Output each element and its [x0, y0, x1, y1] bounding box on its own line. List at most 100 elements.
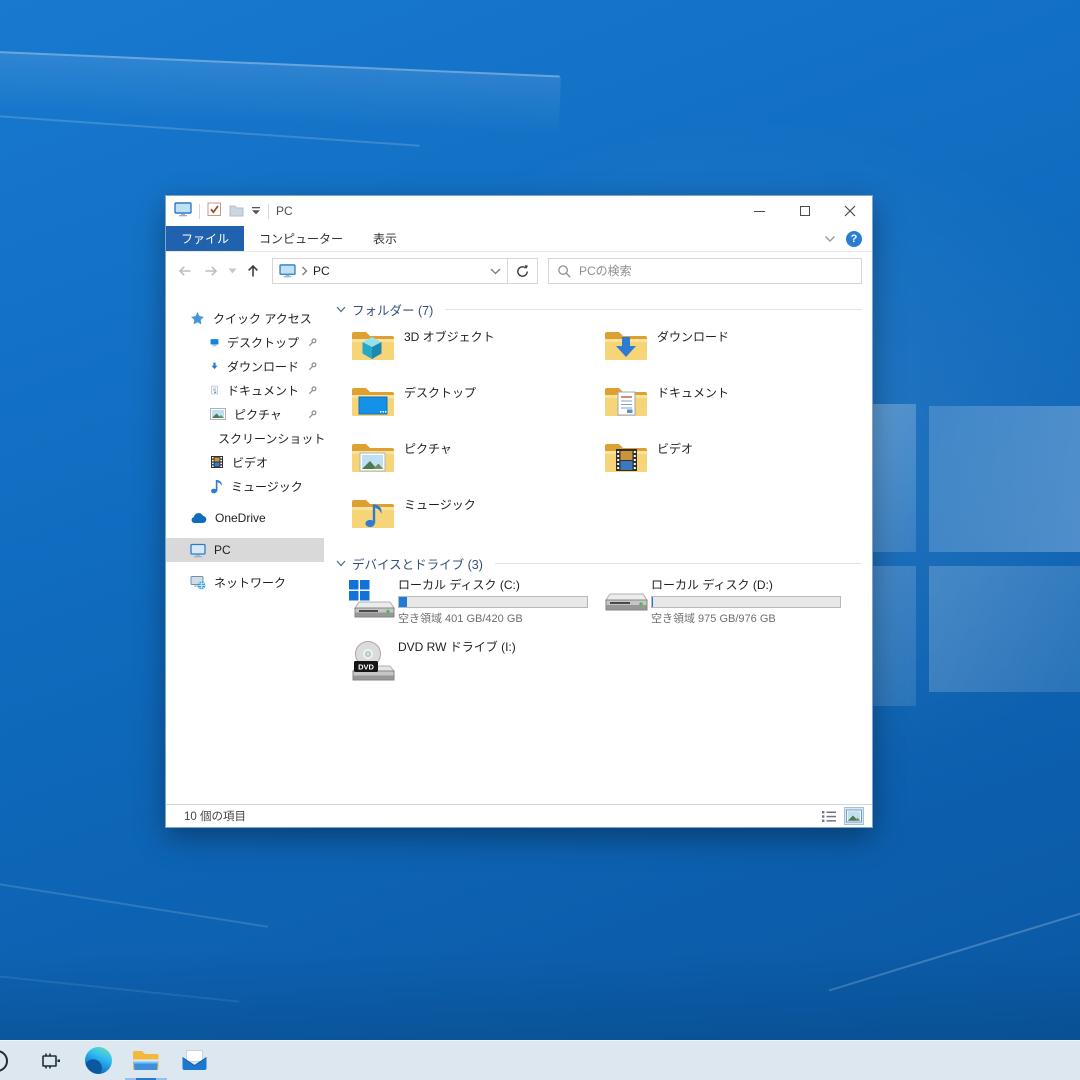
drive-tile-d[interactable]: ローカル ディスク (D:) 空き領域 975 GB/976 GB [589, 576, 842, 638]
expand-ribbon-chevron-icon[interactable] [824, 235, 836, 243]
desktop: PC ファイル コンピューター 表示 ? [0, 0, 1080, 1080]
folder-tile-downloads[interactable]: ダウンロード [589, 322, 842, 378]
close-button[interactable] [827, 196, 872, 226]
svg-text:DVD: DVD [358, 663, 374, 672]
edge-button[interactable] [74, 1041, 122, 1080]
explorer-window: PC ファイル コンピューター 表示 ? [165, 195, 873, 828]
properties-checkbox-icon[interactable] [207, 202, 222, 220]
folders-grid: 3D オブジェクト ダウンロード デスクトップ ドキュメント [336, 322, 862, 546]
tab-computer[interactable]: コンピューター [244, 226, 358, 251]
folder-tile-music[interactable]: ミュージック [336, 490, 589, 546]
drive-name: ローカル ディスク (C:) [398, 576, 588, 593]
folder-tile-desktop[interactable]: デスクトップ [336, 378, 589, 434]
sidebar-item-documents[interactable]: ドキュメント [166, 378, 324, 402]
quick-access-toolbar: PC [166, 202, 737, 220]
folder-tile-pictures[interactable]: ピクチャ [336, 434, 589, 490]
documents-folder-icon [603, 382, 649, 420]
drive-usage-bar [651, 596, 841, 608]
downloads-folder-icon [603, 326, 649, 364]
maximize-button[interactable] [782, 196, 827, 226]
group-header-devices-drives[interactable]: デバイスとドライブ (3) [336, 552, 862, 574]
music-folder-icon [350, 494, 396, 532]
file-explorer-icon [132, 1049, 160, 1072]
thumbnail-view-icon [846, 809, 862, 823]
navigation-pane: クイック アクセス デスクトップ ダウンロード ドキュメント [166, 290, 324, 804]
drive-name: DVD RW ドライブ (I:) [398, 638, 588, 655]
forward-button[interactable] [198, 258, 224, 284]
chevron-down-icon [336, 306, 346, 313]
navigation-bar: PC [166, 252, 872, 290]
file-explorer-button[interactable] [122, 1041, 170, 1080]
sidebar-item-onedrive[interactable]: OneDrive [166, 506, 324, 530]
tab-file[interactable]: ファイル [166, 226, 244, 251]
sidebar-item-pc[interactable]: PC [166, 538, 324, 562]
sidebar-item-desktop[interactable]: デスクトップ [166, 330, 324, 354]
close-icon [844, 205, 856, 217]
titlebar[interactable]: PC [166, 196, 872, 226]
folder-tile-documents[interactable]: ドキュメント [589, 378, 842, 434]
pin-icon [307, 337, 318, 348]
drive-free-space: 空き領域 975 GB/976 GB [651, 610, 841, 626]
folder-tile-3d-objects[interactable]: 3D オブジェクト [336, 322, 589, 378]
sidebar-item-music[interactable]: ミュージック [166, 474, 324, 498]
ribbon-right-controls: ? [824, 226, 872, 251]
minimize-button[interactable] [737, 196, 782, 226]
maximize-icon [800, 206, 810, 216]
sidebar-item-network[interactable]: ネットワーク [166, 570, 324, 594]
sidebar-item-quick-access[interactable]: クイック アクセス [166, 306, 324, 330]
pictures-icon [210, 407, 226, 421]
breadcrumb-location[interactable]: PC [313, 264, 330, 278]
taskbar [0, 1040, 1080, 1080]
document-icon [210, 382, 219, 398]
tab-view[interactable]: 表示 [358, 226, 412, 251]
mail-button[interactable] [170, 1041, 218, 1080]
music-icon [210, 479, 223, 494]
desktop-folder-icon [350, 382, 396, 420]
drive-icon [601, 578, 649, 622]
task-view-icon [38, 1049, 62, 1073]
windows-logo-pane [929, 406, 1080, 552]
address-dropdown-chevron-icon[interactable] [490, 268, 501, 275]
chevron-down-icon [228, 268, 237, 274]
sidebar-item-screenshots[interactable]: スクリーンショット [166, 426, 324, 450]
search-box[interactable] [548, 258, 862, 284]
desktop-icon [210, 335, 219, 350]
window-title: PC [276, 204, 293, 218]
task-view-button[interactable] [26, 1041, 74, 1080]
status-bar: 10 個の項目 [166, 804, 872, 827]
up-button[interactable] [240, 258, 266, 284]
separator [199, 204, 200, 219]
drive-tile-dvd[interactable]: DVD DVD RW ドライブ (I:) [336, 638, 589, 690]
drive-name: ローカル ディスク (D:) [651, 576, 841, 593]
refresh-button[interactable] [508, 258, 538, 284]
breadcrumb-chevron-icon[interactable] [301, 266, 308, 276]
thumbnail-view-button[interactable] [844, 807, 864, 825]
drives-grid: ローカル ディスク (C:) 空き領域 401 GB/420 GB ローカル デ… [336, 576, 862, 690]
help-button[interactable]: ? [846, 231, 862, 247]
details-view-button[interactable] [819, 807, 839, 825]
download-icon [210, 359, 219, 373]
computer-icon [279, 264, 296, 278]
window-body: クイック アクセス デスクトップ ダウンロード ドキュメント [166, 290, 872, 804]
group-header-folders[interactable]: フォルダー (7) [336, 298, 862, 320]
search-icon [0, 1050, 8, 1072]
recent-locations-button[interactable] [224, 258, 240, 284]
system-drive-icon [348, 578, 396, 622]
drive-free-space: 空き領域 401 GB/420 GB [398, 610, 588, 626]
search-input[interactable] [579, 264, 853, 278]
folder-tile-videos[interactable]: ビデオ [589, 434, 842, 490]
items-count: 10 個の項目 [184, 808, 246, 824]
sidebar-item-videos[interactable]: ビデオ [166, 450, 324, 474]
sidebar-item-downloads[interactable]: ダウンロード [166, 354, 324, 378]
address-bar[interactable]: PC [272, 258, 508, 284]
search-button[interactable] [0, 1041, 26, 1080]
drive-tile-c[interactable]: ローカル ディスク (C:) 空き領域 401 GB/420 GB [336, 576, 589, 638]
qat-dropdown-icon[interactable] [251, 204, 261, 218]
3d-objects-folder-icon [350, 326, 396, 364]
sidebar-item-pictures[interactable]: ピクチャ [166, 402, 324, 426]
new-folder-icon[interactable] [229, 203, 244, 220]
network-icon [190, 575, 206, 590]
drive-usage-bar [398, 596, 588, 608]
edge-icon [85, 1047, 112, 1074]
back-button[interactable] [172, 258, 198, 284]
